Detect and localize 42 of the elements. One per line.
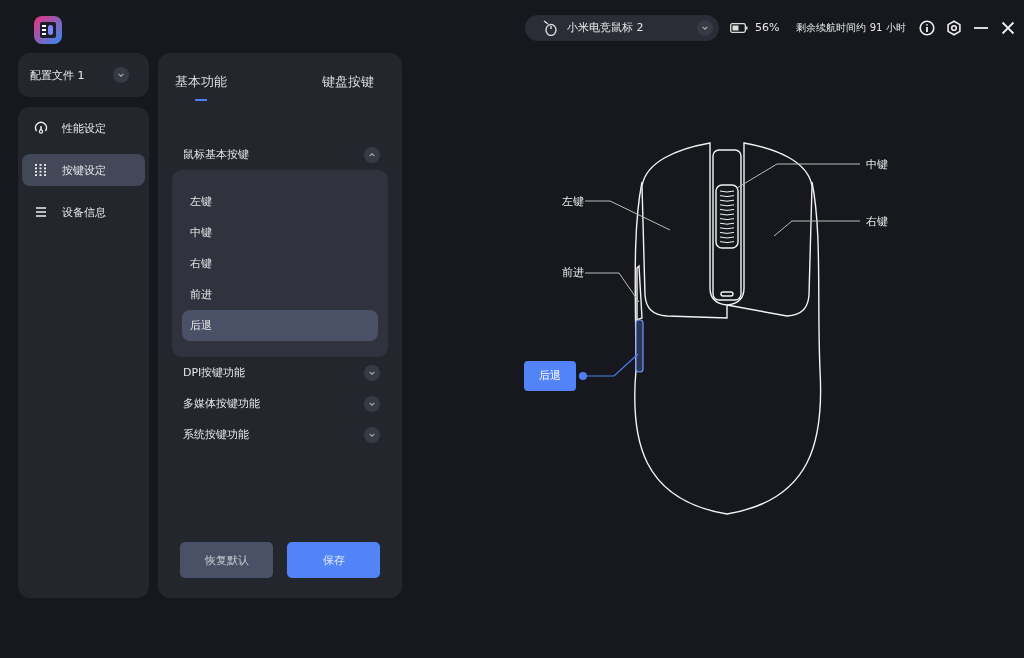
- chevron-up-icon[interactable]: [364, 146, 380, 163]
- close-icon[interactable]: [999, 19, 1016, 36]
- section-title[interactable]: 鼠标基本按键: [183, 147, 249, 162]
- list-icon: [34, 205, 48, 219]
- chevron-down-icon: [697, 19, 713, 36]
- sidebar-item[interactable]: 性能设定: [22, 112, 145, 144]
- settings-icon[interactable]: [945, 19, 962, 36]
- chevron-down-icon: [113, 67, 129, 83]
- reset-button[interactable]: 恢复默认: [180, 542, 273, 578]
- list-item[interactable]: 左键: [182, 186, 378, 217]
- chevron-down-icon[interactable]: [364, 395, 380, 412]
- profile-selector[interactable]: 配置文件 1: [18, 53, 149, 97]
- section-title[interactable]: 系统按键功能: [183, 427, 249, 442]
- device-name: 小米电竞鼠标 2: [567, 20, 645, 35]
- leader-line: [579, 353, 639, 380]
- button-label: 左键: [562, 195, 584, 207]
- button-label: 中键: [866, 158, 888, 170]
- chevron-down-icon[interactable]: [364, 364, 380, 381]
- app-logo-icon: [34, 16, 62, 44]
- sidebar-item[interactable]: 按键设定: [22, 154, 145, 186]
- battery-runtime: 剩余续航时间约 91 小时: [796, 20, 906, 35]
- button-label: 前进: [562, 266, 584, 278]
- list-item[interactable]: 后退: [182, 310, 378, 341]
- device-selector[interactable]: 小米电竞鼠标 2: [525, 14, 719, 41]
- list-item[interactable]: 前进: [182, 279, 378, 310]
- mouse-icon: [543, 19, 557, 36]
- button-label: 右键: [866, 215, 888, 227]
- list-item[interactable]: 右键: [182, 248, 378, 279]
- keypad-icon: [34, 163, 48, 177]
- section-title[interactable]: DPI按键功能: [183, 365, 246, 380]
- sidebar-item[interactable]: 设备信息: [22, 196, 145, 228]
- battery-percent: 56%: [755, 21, 780, 34]
- battery-icon: [730, 22, 748, 33]
- list-item[interactable]: 中键: [182, 217, 378, 248]
- tab[interactable]: 基本功能: [175, 73, 227, 101]
- side-button-highlight[interactable]: [635, 319, 644, 373]
- gauge-icon: [34, 121, 48, 135]
- chevron-down-icon[interactable]: [364, 426, 380, 443]
- leader-line: [584, 272, 640, 303]
- info-icon[interactable]: [918, 19, 935, 36]
- tab[interactable]: 键盘按键: [322, 73, 374, 101]
- section-title[interactable]: 多媒体按键功能: [183, 396, 260, 411]
